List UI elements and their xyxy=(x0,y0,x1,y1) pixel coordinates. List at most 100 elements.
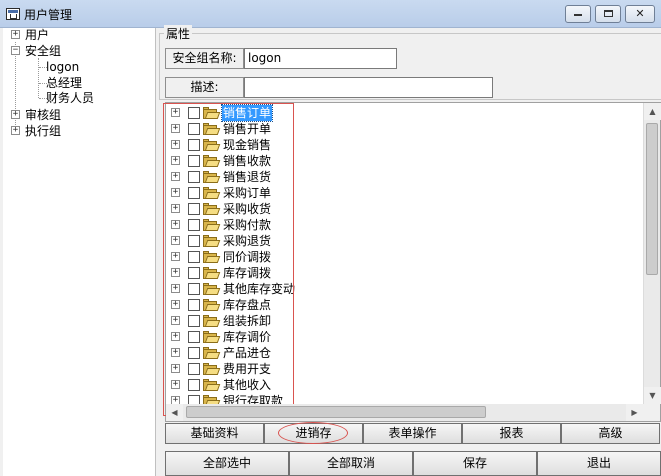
permission-checkbox[interactable] xyxy=(188,155,200,167)
expand-icon[interactable]: + xyxy=(171,300,180,309)
save-button[interactable]: 保存 xyxy=(413,451,537,476)
expand-icon[interactable]: + xyxy=(11,30,20,39)
expand-icon[interactable]: + xyxy=(171,236,180,245)
permission-checkbox[interactable] xyxy=(188,315,200,327)
vertical-scroll-thumb[interactable] xyxy=(646,123,658,275)
scroll-down-icon[interactable]: ▼ xyxy=(644,387,661,404)
permission-checkbox[interactable] xyxy=(188,363,200,375)
expand-icon[interactable]: + xyxy=(171,220,180,229)
tab-inventory[interactable]: 进销存 xyxy=(264,423,363,444)
permission-row[interactable]: + 同价调拨 xyxy=(166,249,636,265)
expand-icon[interactable]: + xyxy=(171,268,180,277)
permission-row[interactable]: + 费用开支 xyxy=(166,361,636,377)
expand-icon[interactable]: + xyxy=(11,110,20,119)
expand-icon[interactable]: + xyxy=(171,252,180,261)
expand-icon[interactable]: + xyxy=(171,348,180,357)
permission-label: 销售订单 xyxy=(220,104,274,122)
expand-icon[interactable]: + xyxy=(171,188,180,197)
tree-node-general-manager[interactable]: 总经理 xyxy=(46,75,82,91)
expand-icon[interactable]: + xyxy=(171,332,180,341)
permission-checkbox[interactable] xyxy=(188,123,200,135)
tab-basic-data[interactable]: 基础资料 xyxy=(165,423,264,444)
permission-row[interactable]: + 采购付款 xyxy=(166,217,636,233)
permission-label: 库存调拨 xyxy=(223,266,272,280)
permission-label: 其他库存变动 xyxy=(223,282,296,296)
permission-checkbox[interactable] xyxy=(188,331,200,343)
folder-icon xyxy=(203,235,221,247)
permission-checkbox[interactable] xyxy=(188,283,200,295)
permission-checkbox[interactable] xyxy=(188,203,200,215)
permission-row[interactable]: + 采购订单 xyxy=(166,185,636,201)
permission-checkbox[interactable] xyxy=(188,219,200,231)
expand-icon[interactable]: + xyxy=(171,284,180,293)
vertical-scrollbar[interactable]: ▲ ▼ xyxy=(643,103,661,404)
scroll-up-icon[interactable]: ▲ xyxy=(644,103,661,120)
select-all-button[interactable]: 全部选中 xyxy=(165,451,289,476)
horizontal-scrollbar[interactable]: ◀ ▶ xyxy=(166,404,643,421)
description-input[interactable] xyxy=(244,77,493,98)
tree-node-label: logon xyxy=(46,60,80,74)
collapse-icon[interactable]: − xyxy=(11,46,20,55)
permission-label: 采购订单 xyxy=(223,186,272,200)
permission-row[interactable]: + 采购退货 xyxy=(166,233,636,249)
expand-icon[interactable]: + xyxy=(171,364,180,373)
permission-row[interactable]: + 库存调价 xyxy=(166,329,636,345)
maximize-button[interactable] xyxy=(595,5,621,23)
expand-icon[interactable]: + xyxy=(171,172,180,181)
permission-tree[interactable]: + 销售订单 + 销售开单 + 现金销售 + 销售收款 + 销售退货 + 采购订单 + 采购收货 + 采购付款… xyxy=(165,102,661,422)
permission-checkbox[interactable] xyxy=(188,107,200,119)
permission-row[interactable]: + 现金销售 xyxy=(166,137,636,153)
group-tree: + 用户 − 安全组 logon 总经理 财务人员 + 审核组 + 执行组 xyxy=(3,28,156,476)
exit-button[interactable]: 退出 xyxy=(537,451,661,476)
tree-node-logon[interactable]: logon xyxy=(46,59,79,75)
permission-label: 销售退货 xyxy=(223,170,272,184)
expand-icon[interactable]: + xyxy=(171,316,180,325)
permission-checkbox[interactable] xyxy=(188,171,200,183)
permission-checkbox[interactable] xyxy=(188,379,200,391)
permission-row[interactable]: + 库存调拨 xyxy=(166,265,636,281)
permission-checkbox[interactable] xyxy=(188,139,200,151)
expand-icon[interactable]: + xyxy=(171,108,180,117)
permission-checkbox[interactable] xyxy=(188,347,200,359)
tree-node-finance-staff[interactable]: 财务人员 xyxy=(46,90,94,106)
expand-icon[interactable]: + xyxy=(171,380,180,389)
tab-form-operations[interactable]: 表单操作 xyxy=(363,423,462,444)
permission-label: 销售收款 xyxy=(223,154,272,168)
deselect-all-button[interactable]: 全部取消 xyxy=(289,451,413,476)
permission-row[interactable]: + 销售收款 xyxy=(166,153,636,169)
expand-icon[interactable]: + xyxy=(11,126,20,135)
folder-icon xyxy=(203,155,221,167)
permission-checkbox[interactable] xyxy=(188,251,200,263)
permission-checkbox[interactable] xyxy=(188,267,200,279)
permission-label: 采购付款 xyxy=(223,218,272,232)
permission-row[interactable]: + 产品进仓 xyxy=(166,345,636,361)
permission-row[interactable]: + 组装拆卸 xyxy=(166,313,636,329)
expand-icon[interactable]: + xyxy=(171,140,180,149)
minimize-button[interactable] xyxy=(565,5,591,23)
permission-checkbox[interactable] xyxy=(188,235,200,247)
close-button[interactable]: ✕ xyxy=(625,5,655,23)
permission-label: 库存调价 xyxy=(223,330,272,344)
folder-icon xyxy=(203,139,221,151)
properties-group-label: 属性 xyxy=(164,25,193,42)
permission-row[interactable]: + 采购收货 xyxy=(166,201,636,217)
expand-icon[interactable]: + xyxy=(171,156,180,165)
folder-icon xyxy=(203,299,221,311)
group-name-input[interactable]: logon xyxy=(244,48,397,69)
permission-row[interactable]: + 销售开单 xyxy=(166,121,636,137)
title-bar: 用户管理 ✕ xyxy=(0,0,661,28)
permission-checkbox[interactable] xyxy=(188,299,200,311)
tab-reports[interactable]: 报表 xyxy=(462,423,561,444)
permission-row[interactable]: + 其他收入 xyxy=(166,377,636,393)
expand-icon[interactable]: + xyxy=(171,204,180,213)
scroll-right-icon[interactable]: ▶ xyxy=(626,404,643,421)
expand-icon[interactable]: + xyxy=(171,124,180,133)
tab-advanced[interactable]: 高级 xyxy=(561,423,660,444)
permission-row[interactable]: + 销售退货 xyxy=(166,169,636,185)
scroll-left-icon[interactable]: ◀ xyxy=(166,404,183,421)
horizontal-scroll-thumb[interactable] xyxy=(186,406,486,418)
permission-row[interactable]: + 库存盘点 xyxy=(166,297,636,313)
permission-row[interactable]: + 其他库存变动 xyxy=(166,281,636,297)
permission-row[interactable]: + 销售订单 xyxy=(166,104,636,122)
permission-checkbox[interactable] xyxy=(188,187,200,199)
